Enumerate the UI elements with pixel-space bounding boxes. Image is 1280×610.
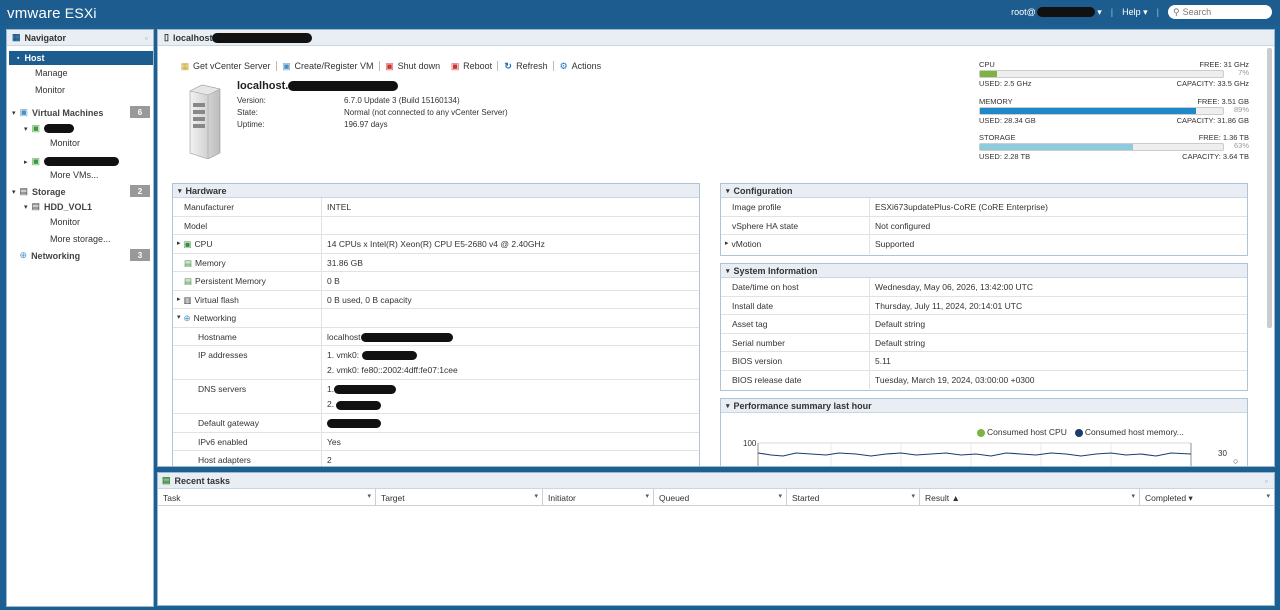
col-target[interactable]: Target ▾ — [376, 489, 543, 505]
host-version: 6.7.0 Update 3 (Build 15160134) — [344, 95, 460, 105]
vms-count-badge: 6 — [130, 106, 150, 118]
nav-vm-1-monitor[interactable]: Monitor — [50, 138, 80, 148]
system-information-header[interactable]: ▾ System Information — [721, 264, 1247, 278]
networking-count-badge: 3 — [130, 249, 150, 261]
reboot-button[interactable]: ▣ Reboot — [445, 61, 497, 71]
create-vm-icon: ▣ — [282, 61, 291, 71]
nav-vm-2[interactable]: ▸ ▣ — [24, 156, 120, 167]
host-summary-panel: ▯ localhost ▦ Get vCenter Server ▣ Create/R… — [157, 29, 1275, 467]
cpu-usage-bar — [980, 71, 997, 77]
collapse-icon[interactable]: ▫ — [1265, 476, 1268, 486]
create-register-vm-button[interactable]: ▣ Create/Register VM — [277, 61, 379, 71]
legend-memory[interactable]: Consumed host memory... — [1074, 427, 1184, 437]
performance-header[interactable]: ▾ Performance summary last hour — [721, 399, 1247, 413]
search-input[interactable]: ⚲ Search — [1168, 5, 1272, 19]
refresh-button[interactable]: ↻ Refresh — [498, 61, 553, 71]
memory-series-line — [757, 452, 1192, 457]
flash-icon: ▥ — [183, 294, 192, 305]
memory-usage-bar — [980, 108, 1197, 114]
col-initiator[interactable]: Initiator ▾ — [543, 489, 654, 505]
help-menu[interactable]: Help ▾ — [1122, 7, 1148, 18]
gear-icon: ⚙ — [559, 61, 568, 71]
nav-vm-1[interactable]: ▾ ▣ — [24, 123, 75, 134]
memory-icon: ▤ — [184, 257, 193, 268]
y-axis-right-max: 30 — [1218, 449, 1227, 458]
vcenter-icon: ▦ — [180, 61, 190, 71]
nav-networking[interactable]: ▸ ⊕ Networking — [12, 250, 80, 261]
storage-resource: STORAGE FREE: 1.36 TB 63% USED: 2.28 TB CA… — [979, 133, 1249, 161]
search-icon: ⚲ — [1173, 6, 1180, 17]
user-menu[interactable]: root@ ▾ — [1011, 7, 1102, 18]
navigator-icon: ▦ — [12, 32, 21, 42]
chart-scroll-icon: ○ — [1233, 456, 1238, 466]
configuration-panel: ▾ Configuration Image profile ESXi673updat… — [720, 183, 1248, 256]
tasks-table-header: Task ▾ Target ▾ Initiator ▾ Queued ▾ Started… — [158, 489, 1274, 506]
host-uptime: 196.97 days — [344, 119, 388, 129]
col-result[interactable]: Result ▲ ▾ — [920, 489, 1140, 505]
storage-icon: ▤ — [19, 186, 29, 196]
main-scrollbar[interactable] — [1267, 48, 1272, 328]
host-name: localhost. — [237, 80, 289, 92]
top-bar: vmware ESXi root@ ▾ | Help ▾ | ⚲ Search — [0, 0, 1280, 26]
host-icon: ▯ — [164, 32, 169, 42]
y-axis-left-max: 100 — [743, 439, 757, 448]
network-icon: ⊕ — [19, 250, 28, 260]
vmotion-row[interactable]: ▸ vMotion — [721, 235, 870, 254]
shutdown-button[interactable]: ▣ Shut down — [380, 61, 446, 71]
vmware-esxi-logo: vmware ESXi — [7, 5, 97, 22]
nav-datastore-monitor[interactable]: Monitor — [50, 217, 80, 227]
configuration-header[interactable]: ▾ Configuration — [721, 184, 1247, 198]
tasks-icon: ▤ — [162, 475, 171, 485]
get-vcenter-button[interactable]: ▦ Get vCenter Server — [175, 61, 276, 71]
main-header: ▯ localhost — [158, 30, 1274, 46]
collapse-icon[interactable]: ▫ — [145, 33, 148, 43]
persistent-memory-icon: ▤ — [184, 276, 193, 286]
col-task[interactable]: Task ▾ — [158, 489, 376, 505]
nav-host-monitor[interactable]: Monitor — [35, 85, 65, 95]
refresh-icon: ↻ — [504, 61, 512, 71]
hardware-header[interactable]: ▾ Hardware — [173, 184, 699, 198]
nav-more-storage[interactable]: More storage... — [50, 234, 111, 244]
chart-legend: Consumed host CPU Consumed host memory..… — [977, 427, 1184, 437]
manufacturer-value: INTEL — [327, 202, 352, 212]
col-started[interactable]: Started ▾ — [787, 489, 920, 505]
nav-datastore[interactable]: ▾ ▤ HDD_VOL1 — [24, 201, 92, 212]
memory-resource: MEMORY FREE: 3.51 GB 89% USED: 28.34 GB CA… — [979, 97, 1249, 125]
recent-tasks-panel: ▤ Recent tasks ▫ Task ▾ Target ▾ Initiator ▾ … — [157, 472, 1275, 606]
network-icon: ⊕ — [183, 313, 191, 323]
performance-panel: ▾ Performance summary last hour Consumed … — [720, 398, 1248, 466]
storage-usage-bar — [980, 144, 1134, 150]
shutdown-icon: ▣ — [385, 61, 394, 71]
legend-cpu[interactable]: Consumed host CPU — [977, 427, 1067, 437]
cpu-value: 14 CPUs x Intel(R) Xeon(R) CPU E5-2680 v… — [327, 239, 545, 249]
nav-storage[interactable]: ▾ ▤ Storage — [12, 186, 66, 197]
datastore-icon: ▤ — [31, 201, 41, 211]
navigator-panel: ▦ Navigator ▫ ▪ Host Manage Monitor ▾ ▣ Virtu… — [6, 29, 154, 607]
storage-count-badge: 2 — [130, 185, 150, 197]
performance-chart: 100 30 ○ — [743, 439, 1238, 466]
recent-tasks-header: ▤ Recent tasks ▫ — [158, 473, 1274, 489]
vm-icon: ▣ — [19, 107, 29, 117]
col-completed[interactable]: Completed ▾ ▾ — [1140, 489, 1274, 505]
system-information-panel: ▾ System Information Date/time on host Wed… — [720, 263, 1248, 391]
cpu-row[interactable]: ▸ ▣ CPU — [173, 235, 322, 253]
server-icon — [189, 84, 221, 159]
vm-powered-icon: ▣ — [31, 123, 41, 133]
nav-host[interactable]: ▪ Host — [9, 51, 153, 65]
host-info: localhost. Version: 6.7.0 Update 3 (Build… — [237, 80, 508, 129]
navigator-header: ▦ Navigator ▫ — [7, 30, 153, 46]
host-state: Normal (not connected to any vCenter Ser… — [344, 107, 508, 117]
networking-row[interactable]: ▾ ⊕ Networking — [173, 309, 322, 327]
virtual-flash-row[interactable]: ▸ ▥ Virtual flash — [173, 290, 322, 308]
col-queued[interactable]: Queued ▾ — [654, 489, 787, 505]
cpu-resource: CPU FREE: 31 GHz 7% USED: 2.5 GHz CAPACITY… — [979, 60, 1249, 88]
vm-powered-icon: ▣ — [31, 156, 41, 166]
hardware-panel: ▾ Hardware Manufacturer INTEL Model ▸ ▣ CPU 1… — [172, 183, 700, 466]
reboot-icon: ▣ — [450, 61, 460, 71]
cpu-icon: ▣ — [183, 239, 192, 249]
toolbar: ▦ Get vCenter Server ▣ Create/Register VM … — [175, 61, 606, 71]
actions-button[interactable]: ⚙ Actions — [554, 61, 607, 71]
nav-host-manage[interactable]: Manage — [35, 68, 68, 78]
nav-more-vms[interactable]: More VMs... — [50, 170, 99, 180]
